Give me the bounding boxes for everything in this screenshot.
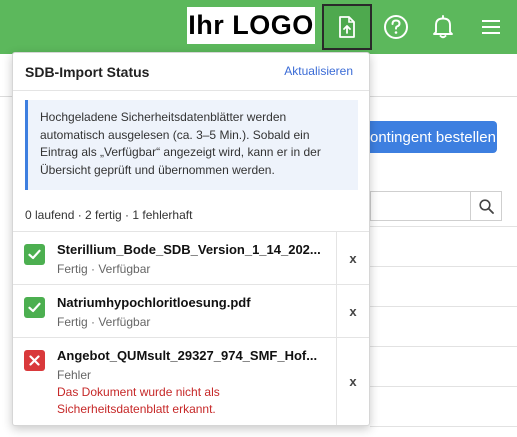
sdb-import-status-panel: SDB-Import Status Aktualisieren Hochgela… <box>12 52 370 426</box>
background-row-divider <box>370 426 517 427</box>
import-item-content: Sterillium_Bode_SDB_Version_1_14_202... … <box>13 232 337 284</box>
panel-header: SDB-Import Status Aktualisieren <box>13 53 369 91</box>
help-button[interactable] <box>372 4 420 50</box>
bell-icon <box>433 15 453 39</box>
import-item-filename: Natriumhypochloritloesung.pdf <box>57 295 251 310</box>
check-icon <box>24 297 45 318</box>
import-item-content: Natriumhypochloritloesung.pdf Fertig · V… <box>13 285 337 337</box>
top-bar: Ihr LOGO <box>0 0 517 54</box>
background-row-divider <box>370 386 517 387</box>
remove-item-button[interactable]: x <box>337 338 369 425</box>
notifications-button[interactable] <box>420 4 466 50</box>
check-icon <box>24 244 45 265</box>
import-item-status: Fertig · Verfügbar <box>57 262 151 276</box>
import-item-status: Fehler <box>57 368 92 382</box>
sdb-upload-button[interactable] <box>322 4 372 50</box>
import-item: Angebot_QUMsult_29327_974_SMF_Hof... Feh… <box>13 338 369 425</box>
upload-icon <box>339 16 355 38</box>
background-search-button[interactable] <box>470 191 502 221</box>
background-row-divider <box>370 266 517 267</box>
menu-button[interactable] <box>466 4 516 50</box>
menu-icon <box>482 20 500 34</box>
import-item-content: Angebot_QUMsult_29327_974_SMF_Hof... Feh… <box>13 338 337 425</box>
import-item-filename: Sterillium_Bode_SDB_Version_1_14_202... <box>57 242 321 257</box>
import-item-error-message: Das Dokument wurde nicht als Sicherheits… <box>57 385 220 416</box>
import-item-filename: Angebot_QUMsult_29327_974_SMF_Hof... <box>57 348 318 363</box>
order-contingent-button[interactable]: ontingent bestellen <box>366 121 497 153</box>
help-icon <box>384 15 408 39</box>
import-item: Natriumhypochloritloesung.pdf Fertig · V… <box>13 285 369 338</box>
background-row-divider <box>370 346 517 347</box>
search-icon <box>478 198 494 214</box>
refresh-link[interactable]: Aktualisieren <box>284 64 353 78</box>
error-icon <box>24 350 45 371</box>
logo: Ihr LOGO <box>187 7 315 44</box>
panel-title: SDB-Import Status <box>25 64 150 80</box>
background-row-divider <box>370 226 517 227</box>
background-row-divider <box>370 306 517 307</box>
info-notice: Hochgeladene Sicherheitsdatenblätter wer… <box>25 100 358 190</box>
import-item-status: Fertig · Verfügbar <box>57 315 151 329</box>
remove-item-button[interactable]: x <box>337 285 369 337</box>
status-summary: 0 laufend · 2 fertig · 1 fehlerhaft <box>25 208 193 222</box>
remove-item-button[interactable]: x <box>337 232 369 284</box>
import-item: Sterillium_Bode_SDB_Version_1_14_202... … <box>13 232 369 285</box>
